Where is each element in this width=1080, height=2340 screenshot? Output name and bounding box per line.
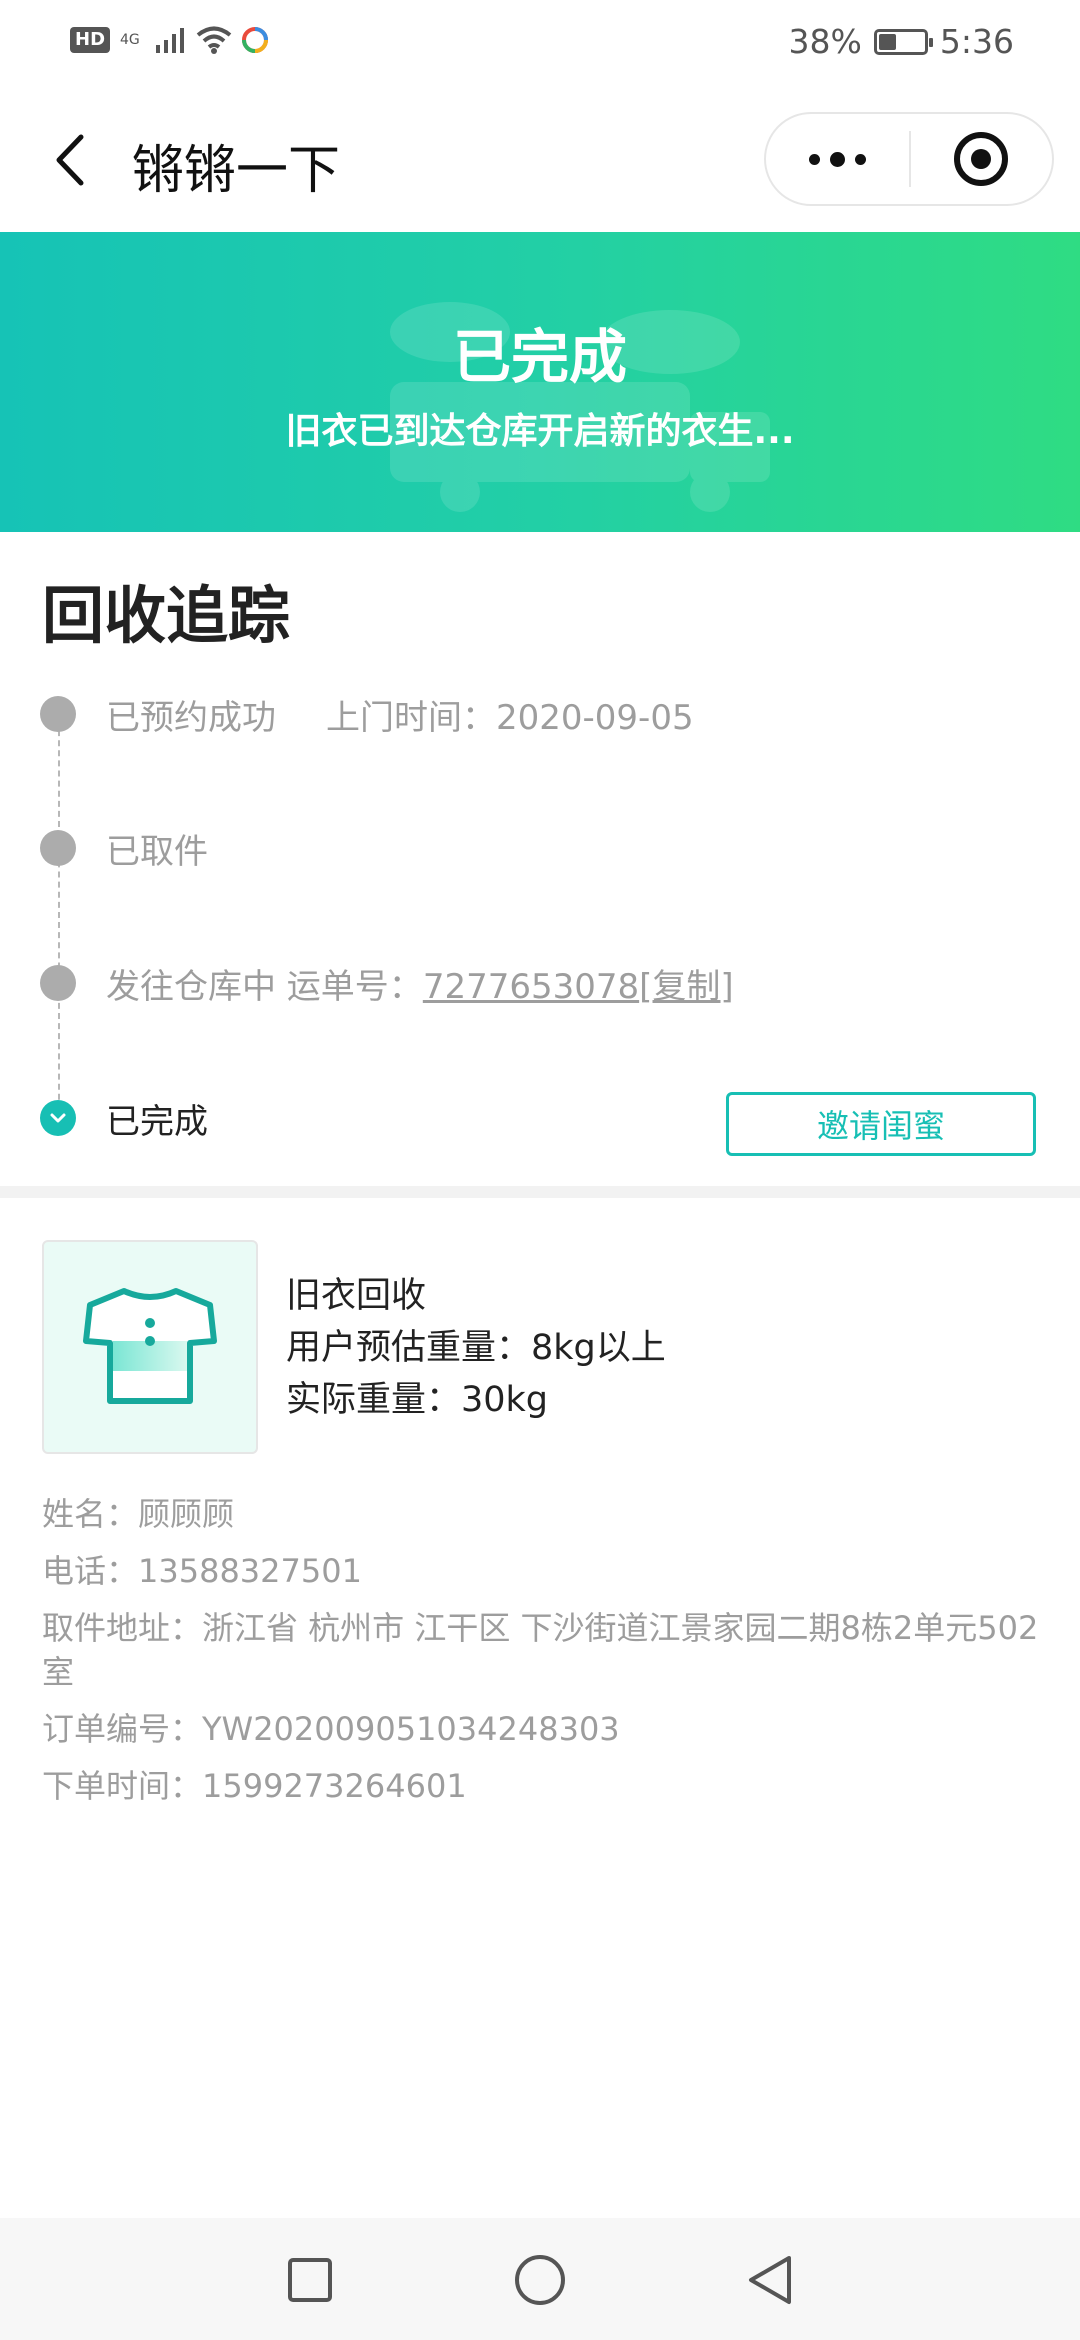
- product-name: 旧衣回收: [286, 1276, 427, 1316]
- actual-weight: 实际重量：30kg: [286, 1380, 549, 1420]
- pickup-date: 上门时间：2020-09-05: [326, 697, 694, 738]
- more-dot-center: [830, 151, 845, 167]
- battery-fill: [878, 33, 896, 50]
- back-nav-button[interactable]: [742, 2252, 798, 2308]
- mini-program-capsule: [764, 112, 1054, 206]
- section-divider: [0, 1186, 1080, 1198]
- header: 锵锵一下: [0, 100, 1080, 230]
- invite-friend-button[interactable]: 邀请闺蜜: [726, 1092, 1036, 1156]
- target-circle-icon: [954, 132, 1009, 186]
- order-details: 姓名：顾顾顾 电话：13588327501 取件地址：浙江省 杭州市 江干区 下…: [42, 1492, 1042, 1821]
- product-info: 旧衣回收 用户预估重量：8kg以上 实际重量：30kg: [286, 1270, 666, 1426]
- close-button[interactable]: [911, 114, 1052, 204]
- home-button[interactable]: [512, 2252, 568, 2308]
- tracking-title: 回收追踪: [42, 579, 291, 652]
- clock: 5:36: [939, 22, 1014, 61]
- status-banner: 已完成 旧衣已到达仓库开启新的衣生...: [0, 232, 1080, 532]
- hd-badge: HD: [70, 27, 111, 53]
- step-label: 发往仓库中 运单号：7277653078[复制]: [106, 959, 734, 1008]
- timeline-step-picked-up: 已取件: [40, 818, 208, 878]
- target-center: [971, 149, 992, 169]
- signal-icon: [156, 28, 185, 53]
- wifi-icon: [196, 26, 232, 54]
- chevron-down-icon: [50, 1113, 66, 1123]
- system-nav-bar: [0, 2218, 1080, 2340]
- chevron-left-icon: [56, 134, 84, 186]
- status-right: 38% 5:36: [789, 22, 1014, 61]
- more-dot-right: [855, 153, 866, 165]
- step-dot: [40, 696, 76, 732]
- more-dots-icon: [809, 153, 820, 165]
- copy-link[interactable]: [复制]: [639, 967, 734, 1007]
- page-title: 锵锵一下: [132, 141, 341, 201]
- timeline-step-reserved: 已预约成功 上门时间：2020-09-05: [40, 684, 694, 744]
- step-dot: [40, 830, 76, 866]
- check-icon: [40, 1100, 76, 1136]
- pickup-address: 取件地址：浙江省 杭州市 江干区 下沙街道江景家园二期8栋2单元502室: [42, 1609, 1039, 1691]
- customer-name: 姓名：顾顾顾: [42, 1495, 235, 1533]
- customer-phone: 电话：13588327501: [42, 1552, 362, 1590]
- step-label: 已预约成功: [106, 697, 276, 738]
- more-button[interactable]: [766, 114, 909, 204]
- timeline-step-shipping: 发往仓库中 运单号：7277653078[复制]: [40, 953, 734, 1013]
- square-icon: [288, 2258, 332, 2302]
- order-number: 订单编号：YW202009051034248303: [42, 1710, 620, 1748]
- tshirt-icon: [83, 1288, 217, 1404]
- back-button[interactable]: [40, 130, 100, 190]
- step-label: 已完成: [106, 1101, 208, 1142]
- banner-title: 已完成: [452, 323, 627, 391]
- status-left: HD 4G: [70, 26, 269, 54]
- timeline-line: [58, 720, 60, 1120]
- recent-apps-button[interactable]: [282, 2252, 338, 2308]
- estimated-weight: 用户预估重量：8kg以上: [286, 1328, 666, 1368]
- step-dot: [40, 965, 76, 1001]
- status-bar: HD 4G 38% 5:36: [0, 0, 1080, 90]
- banner-subtitle: 旧衣已到达仓库开启新的衣生...: [285, 411, 795, 452]
- triangle-back-icon: [749, 2256, 791, 2304]
- battery-icon: [873, 28, 933, 55]
- timeline-step-completed: 已完成: [40, 1088, 208, 1148]
- shipping-label: 发往仓库中 运单号：: [106, 966, 423, 1007]
- order-time: 下单时间：1599273264601: [42, 1767, 467, 1805]
- tracking-number-link[interactable]: 7277653078: [423, 967, 639, 1007]
- battery-percent: 38%: [788, 22, 862, 61]
- app-notification-icon: [242, 27, 269, 53]
- circle-icon: [515, 2255, 565, 2305]
- product-thumbnail: [42, 1240, 258, 1454]
- network-label: 4G: [120, 32, 140, 48]
- step-label: 已取件: [106, 831, 208, 872]
